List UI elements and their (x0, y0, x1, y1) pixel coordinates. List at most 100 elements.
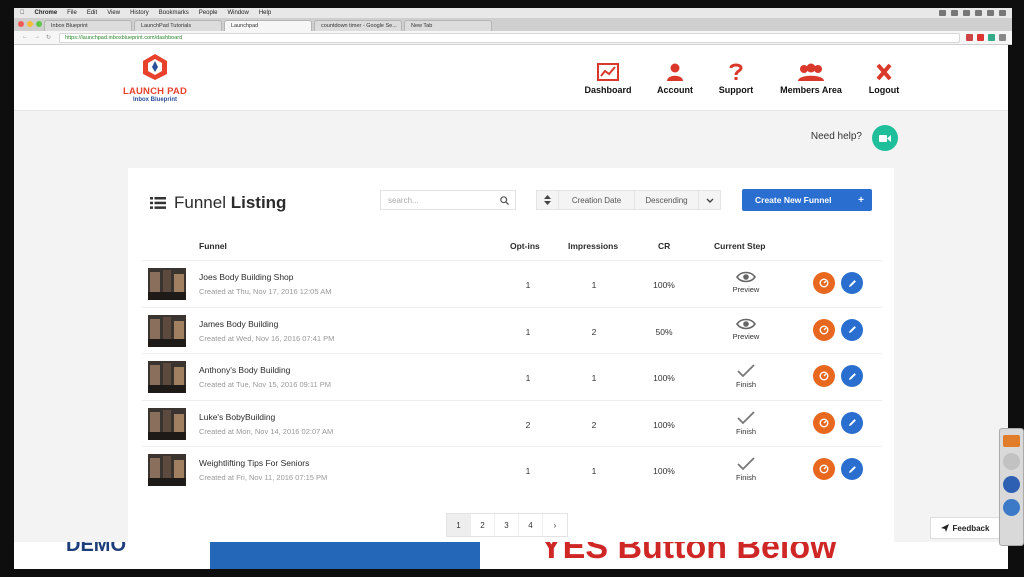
browser-tab[interactable]: Inbox Blueprint (44, 20, 132, 31)
funnel-created-date: Created at Wed, Nov 16, 2016 07:41 PM (199, 333, 335, 343)
sort-toggle[interactable] (537, 191, 559, 209)
table-row[interactable]: James Body Building Created at Wed, Nov 1… (142, 306, 882, 353)
sort-icon (544, 195, 551, 205)
page-2[interactable]: 2 (471, 514, 495, 536)
funnel-thumbnail[interactable] (148, 268, 186, 300)
search-input[interactable]: search... (380, 190, 516, 210)
impressions-value: 1 (591, 373, 597, 383)
nav-members-area[interactable]: Members Area (776, 63, 846, 95)
funnel-listing-card: Funnel Listing search... Creation Date D… (128, 168, 894, 542)
toolbar-grey-icon[interactable] (1003, 453, 1020, 470)
os-menu-edit[interactable]: Edit (87, 10, 97, 16)
edit-button[interactable] (841, 458, 863, 480)
sort-order-select[interactable]: Descending (635, 191, 699, 209)
reload-icon[interactable]: ↻ (46, 34, 51, 41)
funnel-thumbnail[interactable] (148, 407, 186, 440)
edit-button[interactable] (841, 411, 863, 434)
browser-tab[interactable]: LaunchPad Tutorials (134, 20, 222, 31)
feedback-button[interactable]: Feedback (930, 517, 1000, 539)
os-menu-help[interactable]: Help (259, 10, 271, 16)
stats-button[interactable] (813, 318, 835, 341)
funnel-thumbnail[interactable] (148, 361, 186, 393)
current-step[interactable]: Preview (726, 318, 766, 341)
os-menu-window[interactable]: Window (227, 10, 248, 16)
nav-support[interactable]: Support (716, 63, 756, 95)
browser-tab-active[interactable]: Launchpad (224, 20, 312, 31)
status-icon[interactable] (951, 10, 958, 16)
rocket-logo-icon (143, 54, 167, 80)
os-menu-bookmarks[interactable]: Bookmarks (159, 10, 189, 16)
os-menu-file[interactable]: File (67, 10, 77, 16)
wifi-icon[interactable] (975, 10, 982, 16)
pencil-icon (848, 465, 856, 473)
os-menu-people[interactable]: People (199, 10, 218, 16)
stats-button[interactable] (813, 365, 835, 387)
funnel-name[interactable]: Luke's BobyBuilding (199, 412, 275, 422)
listing-title: Funnel Listing (150, 193, 286, 213)
launchpad-logo[interactable]: LAUNCH PAD Inbox Blueprint (120, 53, 190, 103)
funnel-name[interactable]: Weightlifting Tips For Seniors (199, 458, 309, 468)
os-menu-view[interactable]: View (107, 10, 120, 16)
minimize-window-button[interactable] (27, 21, 33, 27)
os-menu-chrome[interactable]: Chrome (35, 10, 58, 16)
edit-button[interactable] (841, 365, 863, 387)
cr-value: 100% (653, 373, 675, 383)
status-icon[interactable] (939, 10, 946, 16)
page-1[interactable]: 1 (447, 514, 471, 536)
stats-button[interactable] (813, 411, 835, 434)
funnel-name[interactable]: Joes Body Building Shop (199, 272, 294, 282)
url-field[interactable]: https://launchpad.inboxblueprint.com/das… (59, 32, 960, 43)
apple-icon[interactable]:  (20, 10, 25, 16)
create-new-funnel-button[interactable]: Create New Funnel + (742, 189, 872, 211)
table-row[interactable]: Anthony's Body Building Created at Tue, N… (142, 353, 882, 399)
funnel-name[interactable]: Anthony's Body Building (199, 365, 290, 375)
maximize-window-button[interactable] (36, 21, 42, 27)
table-row[interactable]: Luke's BobyBuilding Created at Mon, Nov 1… (142, 399, 882, 446)
current-step[interactable]: Finish (726, 410, 766, 436)
current-step[interactable]: Preview (726, 271, 766, 294)
help-video-button[interactable] (872, 125, 898, 151)
nav-account[interactable]: Account (655, 63, 695, 95)
list-icon (150, 197, 166, 209)
toolbar-orange-icon[interactable] (1003, 435, 1020, 447)
impressions-value: 2 (591, 419, 597, 430)
funnel-created-date: Created at Tue, Nov 15, 2016 09:11 PM (199, 380, 332, 389)
spotlight-icon[interactable] (999, 10, 1006, 16)
edit-button[interactable] (841, 272, 863, 294)
next-page-button[interactable]: › (543, 514, 567, 536)
edit-button[interactable] (841, 318, 863, 341)
pencil-icon (848, 372, 856, 380)
page-4[interactable]: 4 (519, 514, 543, 536)
back-icon[interactable]: ← (22, 34, 28, 41)
table-row[interactable]: Weightlifting Tips For Seniors Created at… (142, 446, 882, 492)
extension-icon[interactable] (999, 34, 1006, 41)
stats-button[interactable] (813, 458, 835, 480)
table-row[interactable]: Joes Body Building Shop Created at Thu, N… (142, 260, 882, 306)
os-menu-history[interactable]: History (130, 10, 149, 16)
nav-logout[interactable]: Logout (864, 63, 904, 95)
search-icon[interactable] (500, 196, 509, 205)
current-step[interactable]: Finish (726, 364, 766, 389)
sort-field-select[interactable]: Creation Date (559, 191, 635, 209)
page-3[interactable]: 3 (495, 514, 519, 536)
nav-account-label: Account (657, 85, 693, 95)
close-window-button[interactable] (18, 21, 24, 27)
funnel-thumbnail[interactable] (148, 314, 186, 347)
funnel-name[interactable]: James Body Building (199, 319, 278, 329)
current-step[interactable]: Finish (726, 457, 766, 482)
funnel-thumbnail[interactable] (148, 454, 186, 486)
extension-icon[interactable] (977, 34, 984, 41)
battery-icon[interactable] (987, 10, 994, 16)
stats-button[interactable] (813, 272, 835, 294)
toolbar-green-icon[interactable] (1003, 499, 1020, 516)
browser-tab[interactable]: countdown timer - Google Se... (314, 20, 402, 31)
sort-dropdown-button[interactable] (699, 191, 720, 209)
status-icon[interactable] (963, 10, 970, 16)
nav-dashboard[interactable]: Dashboard (584, 63, 632, 95)
browser-tab[interactable]: New Tab (404, 20, 492, 31)
forward-icon[interactable]: → (34, 34, 40, 41)
toolbar-blue-icon[interactable] (1003, 476, 1020, 493)
extension-icon[interactable] (966, 34, 973, 41)
extension-icon[interactable] (988, 34, 995, 41)
cr-value: 100% (653, 280, 675, 290)
